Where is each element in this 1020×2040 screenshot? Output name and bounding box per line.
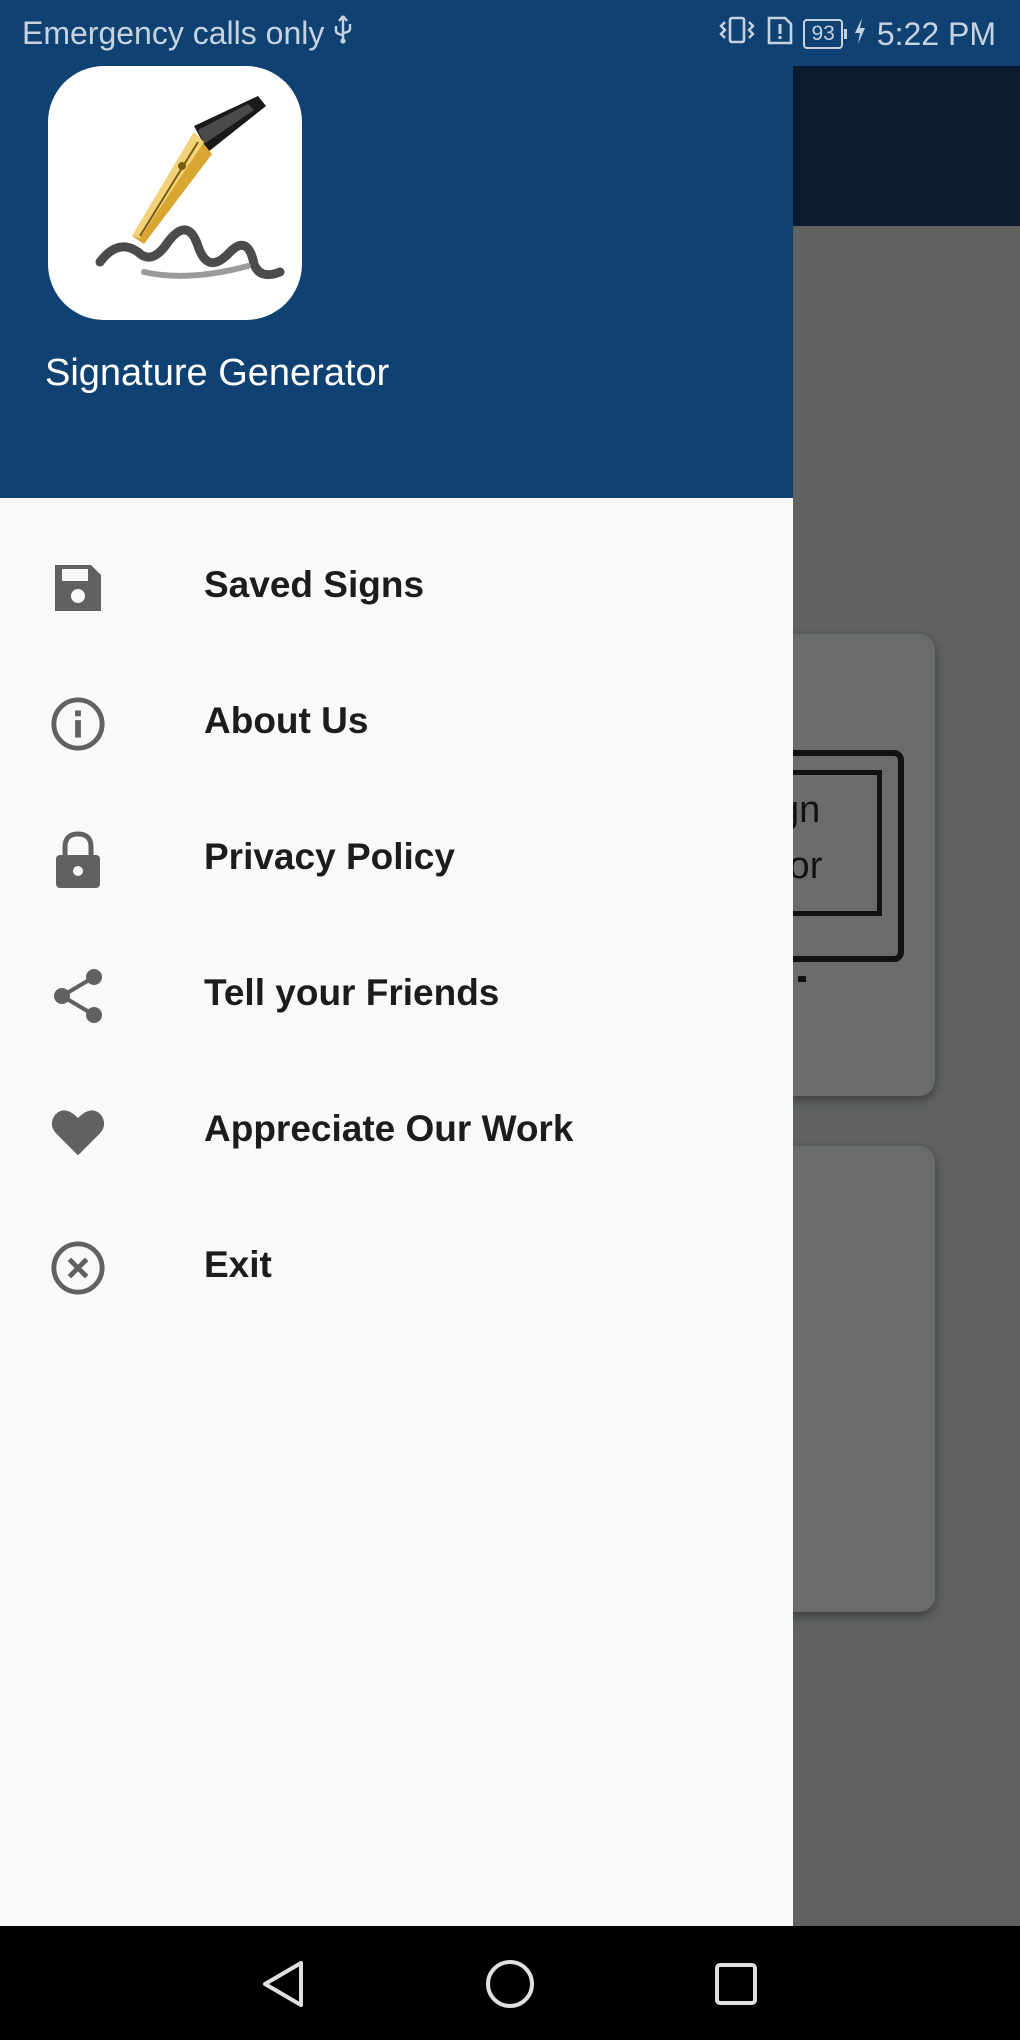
clock: 5:22 PM xyxy=(876,15,996,52)
menu-item-appreciate-our-work[interactable]: Appreciate Our Work xyxy=(0,1064,793,1200)
menu-item-exit[interactable]: Exit xyxy=(0,1200,793,1336)
menu-label: Privacy Policy xyxy=(204,836,455,877)
navigation-drawer: Signature Generator Saved Signs About Us… xyxy=(0,66,793,1926)
drawer-header: Signature Generator xyxy=(0,66,793,498)
info-icon xyxy=(50,696,106,752)
close-circle-icon xyxy=(50,1240,106,1296)
menu-item-about-us[interactable]: About Us xyxy=(0,656,793,792)
menu-label: Appreciate Our Work xyxy=(204,1108,574,1149)
carrier-text: Emergency calls only xyxy=(22,14,325,51)
drawer-menu: Saved Signs About Us Privacy Policy Tell… xyxy=(0,498,793,1336)
fountain-pen-signature-logo xyxy=(48,66,302,320)
share-icon xyxy=(50,968,106,1024)
lock-icon xyxy=(50,831,106,888)
app-name: Signature Generator xyxy=(45,352,390,394)
vibrate-icon xyxy=(717,15,757,53)
menu-label: Tell your Friends xyxy=(204,972,500,1013)
menu-item-privacy-policy[interactable]: Privacy Policy xyxy=(0,792,793,928)
usb-icon xyxy=(332,14,354,52)
save-icon xyxy=(50,560,106,616)
back-icon[interactable] xyxy=(254,1954,314,2014)
menu-label: Exit xyxy=(204,1244,272,1285)
menu-item-saved-signs[interactable]: Saved Signs xyxy=(0,520,793,656)
alert-icon xyxy=(767,14,793,54)
battery-icon: 93 xyxy=(803,19,848,49)
heart-icon xyxy=(50,1104,106,1160)
bolt-icon xyxy=(853,16,867,53)
system-nav-bar xyxy=(0,1926,1020,2040)
menu-item-tell-your-friends[interactable]: Tell your Friends xyxy=(0,928,793,1064)
menu-label: Saved Signs xyxy=(204,564,425,605)
status-bar: Emergency calls only 93 5:22 PM xyxy=(0,0,1020,66)
recents-icon[interactable] xyxy=(706,1954,766,2014)
home-icon[interactable] xyxy=(480,1954,540,2014)
menu-label: About Us xyxy=(204,700,369,741)
